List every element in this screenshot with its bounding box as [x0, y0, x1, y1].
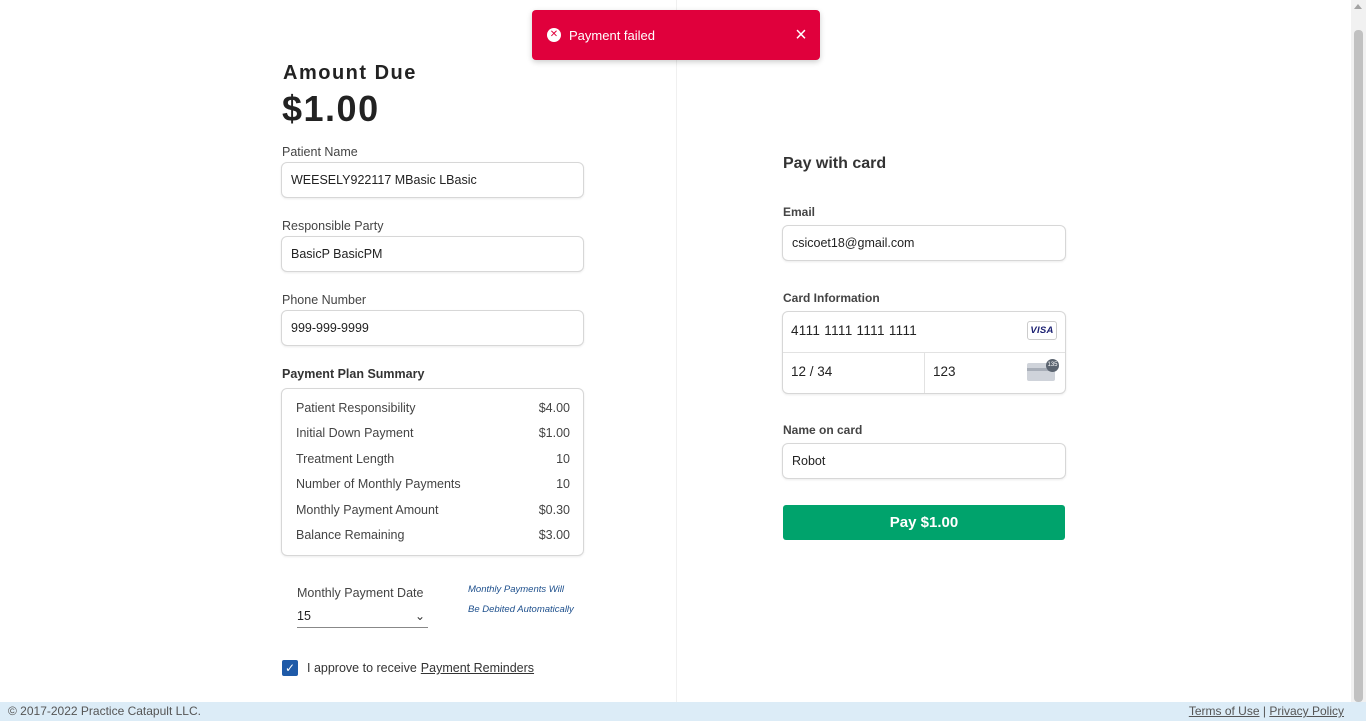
summary-row-value: $3.00 [538, 527, 570, 542]
summary-row: Balance Remaining $3.00 [282, 524, 583, 549]
summary-row: Patient Responsibility $4.00 [282, 397, 583, 422]
patient-name-label: Patient Name [282, 145, 358, 159]
phone-number-label: Phone Number [282, 293, 367, 307]
scrollbar-thumb[interactable] [1354, 30, 1363, 702]
card-information-label: Card Information [783, 291, 880, 305]
summary-row-value: $0.30 [538, 502, 570, 517]
terms-of-use-link[interactable]: Terms of Use [1189, 704, 1260, 718]
toast-message: Payment failed [569, 27, 655, 43]
amount-due-value: $1.00 [282, 88, 380, 129]
summary-row: Treatment Length 10 [282, 448, 583, 473]
summary-row-value: $1.00 [538, 426, 570, 441]
summary-row-value: $4.00 [538, 401, 570, 415]
approve-checkbox[interactable]: ✓ [282, 660, 298, 676]
cvc-card-icon: 135 [1027, 359, 1059, 381]
card-cvc-value: 123 [933, 364, 956, 379]
summary-row: Monthly Payment Amount $0.30 [282, 499, 583, 524]
pay-button[interactable]: Pay $1.00 [783, 505, 1065, 540]
email-label: Email [783, 205, 816, 219]
auto-debit-note: Monthly Payments Will Be Debited Automat… [468, 580, 588, 620]
payment-plan-summary-title: Payment Plan Summary [282, 367, 425, 381]
patient-name-field[interactable]: WEESELY922117 MBasic LBasic [281, 162, 584, 198]
name-on-card-label: Name on card [783, 423, 863, 437]
summary-row-label: Treatment Length [296, 451, 395, 466]
auto-debit-note-line1: Monthly Payments Will [468, 584, 564, 595]
cvc-badge: 135 [1046, 359, 1059, 372]
visa-icon: VISA [1027, 321, 1057, 340]
auto-debit-note-line2: Be Debited Automatically [468, 604, 574, 615]
chevron-down-icon: ⌄ [414, 609, 425, 623]
summary-row-label: Monthly Payment Amount [296, 502, 439, 517]
payment-reminders-link[interactable]: Payment Reminders [421, 661, 534, 675]
monthly-payment-date-select[interactable]: 15 ⌄ [297, 606, 428, 628]
scroll-up-arrow-icon[interactable] [1354, 4, 1362, 9]
summary-row-value: 10 [556, 451, 570, 466]
card-cvc-field[interactable]: 123 135 [925, 353, 1065, 393]
name-on-card-field[interactable]: Robot [782, 443, 1066, 479]
responsible-party-field[interactable]: BasicP BasicPM [281, 236, 584, 272]
monthly-payment-date-value: 15 [297, 609, 311, 623]
footer-separator: | [1262, 704, 1266, 718]
approve-text: I approve to receive [307, 661, 417, 675]
card-number-field[interactable]: 4111 1111 1111 1111 VISA [783, 312, 1065, 353]
footer-links: Terms of Use | Privacy Policy [1189, 704, 1344, 718]
summary-row-label: Initial Down Payment [296, 426, 414, 441]
summary-row: Initial Down Payment $1.00 [282, 422, 583, 447]
payment-page: ✕ Payment failed × Amount Due $1.00 Pati… [0, 0, 1366, 721]
payment-reminders-consent: ✓ I approve to receive Payment Reminders [282, 660, 534, 676]
footer: © 2017-2022 Practice Catapult LLC. Terms… [0, 702, 1366, 721]
summary-row-value: 10 [556, 477, 570, 492]
card-number-value: 4111 1111 1111 1111 [791, 323, 918, 338]
card-information-group: 4111 1111 1111 1111 VISA 12 / 34 123 135 [782, 311, 1066, 394]
pay-with-card-title: Pay with card [783, 155, 887, 172]
summary-row: Number of Monthly Payments 10 [282, 473, 583, 498]
error-toast: ✕ Payment failed × [532, 10, 820, 60]
page-scrollbar[interactable] [1351, 0, 1366, 702]
privacy-policy-link[interactable]: Privacy Policy [1269, 704, 1344, 718]
payment-plan-summary: Patient Responsibility $4.00 Initial Down… [281, 388, 584, 556]
amount-due-label: Amount Due [283, 62, 417, 84]
summary-row-label: Number of Monthly Payments [296, 477, 461, 492]
error-circle-icon: ✕ [547, 28, 561, 42]
phone-number-field[interactable]: 999-999-9999 [281, 310, 584, 346]
close-icon[interactable]: × [792, 25, 810, 45]
monthly-payment-date-label: Monthly Payment Date [297, 586, 424, 600]
responsible-party-label: Responsible Party [282, 219, 384, 233]
summary-row-label: Balance Remaining [296, 527, 405, 542]
card-expiry-field[interactable]: 12 / 34 [783, 353, 925, 393]
summary-row-label: Patient Responsibility [296, 401, 416, 415]
copyright-text: © 2017-2022 Practice Catapult LLC. [8, 704, 201, 718]
email-field[interactable]: csicoet18@gmail.com [782, 225, 1066, 261]
